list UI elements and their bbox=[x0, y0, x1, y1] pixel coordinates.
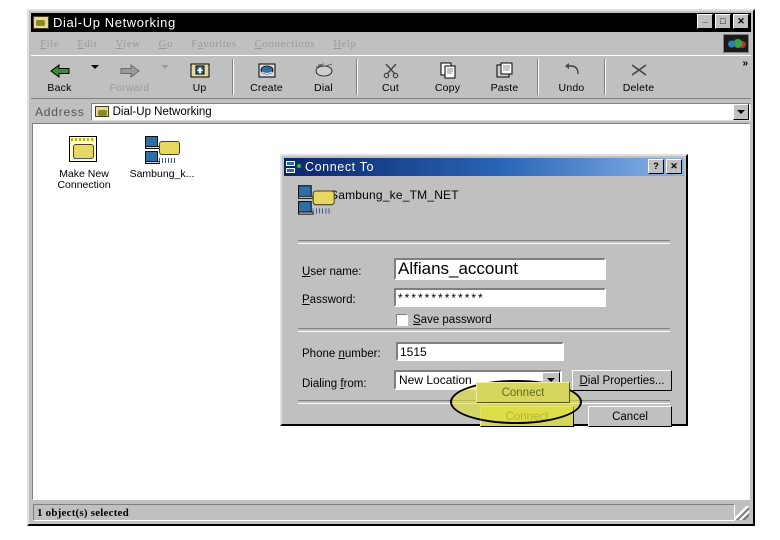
toolbar-separator bbox=[604, 59, 606, 95]
toolbar-cut-button[interactable]: Cut bbox=[362, 56, 419, 98]
dialog-separator bbox=[298, 240, 670, 244]
scissors-icon bbox=[382, 61, 400, 81]
toolbar-back-button[interactable]: Back bbox=[31, 56, 88, 98]
delete-x-icon bbox=[629, 61, 649, 81]
minimize-button[interactable]: _ bbox=[697, 14, 713, 29]
dial-icon bbox=[313, 61, 335, 81]
back-arrow-icon bbox=[48, 61, 72, 81]
make-new-connection-icon bbox=[45, 132, 123, 166]
toolbar-cut-label: Cut bbox=[382, 81, 399, 94]
dialing-from-label: Dialing from: bbox=[302, 378, 367, 390]
folder-item-make-new-connection[interactable]: Make New Connection bbox=[45, 132, 123, 191]
menu-item-view[interactable]: View bbox=[106, 37, 149, 51]
connect-button[interactable]: Connect bbox=[480, 406, 574, 427]
dialing-from-value: New Location bbox=[399, 373, 472, 387]
toolbar-delete-button[interactable]: Delete bbox=[610, 56, 667, 98]
dial-properties-button[interactable]: Dial Properties... bbox=[572, 370, 672, 391]
toolbar-separator bbox=[232, 59, 234, 95]
close-button[interactable]: ✕ bbox=[733, 14, 749, 29]
toolbar-back-label: Back bbox=[47, 81, 72, 94]
copy-icon bbox=[439, 61, 457, 81]
toolbar-forward-button[interactable]: Forward bbox=[101, 56, 158, 98]
toolbar-forward-dropdown[interactable] bbox=[158, 56, 171, 98]
toolbar: Back Forward Up Create Dial Cut Copy Pas… bbox=[31, 55, 751, 99]
dialog-title-bar[interactable]: Connect To ? ✕ bbox=[284, 158, 684, 176]
connection-name: Sambung_ke_TM_NET bbox=[330, 188, 459, 202]
save-password-checkbox[interactable] bbox=[396, 314, 408, 326]
toolbar-copy-button[interactable]: Copy bbox=[419, 56, 476, 98]
toolbar-create-button[interactable]: Create bbox=[238, 56, 295, 98]
toolbar-separator bbox=[356, 59, 358, 95]
create-icon bbox=[257, 61, 277, 81]
menu-item-favorites[interactable]: Favorites bbox=[182, 37, 245, 51]
undo-icon bbox=[562, 61, 582, 81]
window-title-bar[interactable]: Dial-Up Networking _ □ ✕ bbox=[31, 13, 751, 32]
paste-icon bbox=[496, 61, 514, 81]
toolbar-copy-label: Copy bbox=[434, 81, 461, 94]
menu-bar: File Edit View Go Favorites Connections … bbox=[31, 34, 751, 53]
phone-number-label: Phone number: bbox=[302, 348, 381, 360]
up-folder-icon bbox=[190, 61, 210, 81]
dialog-title-buttons: ? ✕ bbox=[648, 159, 682, 174]
toolbar-overflow-button[interactable]: » bbox=[742, 56, 751, 69]
status-panel: 1 object(s) selected bbox=[33, 504, 735, 521]
dialog-separator bbox=[298, 328, 670, 332]
dialup-folder-icon bbox=[94, 106, 109, 117]
phone-number-field[interactable] bbox=[396, 342, 564, 361]
address-value: Dial-Up Networking bbox=[112, 105, 212, 118]
resize-grip[interactable] bbox=[735, 505, 749, 520]
address-bar: Address Dial-Up Networking bbox=[31, 101, 751, 122]
toolbar-separator bbox=[537, 59, 539, 95]
menu-item-edit[interactable]: Edit bbox=[68, 37, 106, 51]
address-label: Address bbox=[35, 104, 85, 119]
folder-item-label: Sambung_k... bbox=[129, 168, 195, 180]
toolbar-delete-label: Delete bbox=[622, 81, 655, 94]
toolbar-paste-button[interactable]: Paste bbox=[476, 56, 533, 98]
windows-logo-icon bbox=[723, 34, 749, 53]
toolbar-up-button[interactable]: Up bbox=[171, 56, 228, 98]
username-field[interactable] bbox=[394, 258, 606, 280]
window-controls: _ □ ✕ bbox=[697, 14, 749, 29]
status-bar: 1 object(s) selected bbox=[32, 503, 750, 522]
cancel-button[interactable]: Cancel bbox=[588, 406, 672, 427]
toolbar-dial-button[interactable]: Dial bbox=[295, 56, 352, 98]
toolbar-up-label: Up bbox=[192, 81, 207, 94]
menu-item-go[interactable]: Go bbox=[150, 37, 182, 51]
password-label: Password: bbox=[302, 294, 356, 306]
dialog-title: Connect To bbox=[305, 160, 375, 174]
address-dropdown-button[interactable] bbox=[733, 103, 749, 120]
dialup-connection-icon bbox=[298, 185, 335, 217]
username-label: User name: bbox=[302, 266, 362, 278]
dialog-close-button[interactable]: ✕ bbox=[666, 159, 682, 174]
menu-item-help[interactable]: Help bbox=[324, 37, 365, 51]
connection-header: Sambung_ke_TM_NET bbox=[298, 185, 459, 215]
maximize-button[interactable]: □ bbox=[715, 14, 731, 29]
username-input[interactable] bbox=[396, 259, 604, 279]
save-password-row[interactable]: Save password bbox=[396, 314, 492, 326]
forward-arrow-icon bbox=[118, 61, 142, 81]
toolbar-undo-label: Undo bbox=[558, 81, 585, 94]
password-field[interactable] bbox=[394, 288, 606, 307]
menu-item-file[interactable]: File bbox=[31, 37, 68, 51]
toolbar-dial-label: Dial bbox=[314, 81, 333, 94]
toolbar-paste-label: Paste bbox=[490, 81, 519, 94]
connect-to-icon bbox=[286, 160, 301, 174]
dialup-connection-icon bbox=[123, 132, 201, 166]
folder-item-label: Make New Connection bbox=[57, 168, 111, 191]
window-title: Dial-Up Networking bbox=[53, 15, 176, 30]
dialog-help-button[interactable]: ? bbox=[648, 159, 664, 174]
menu-item-connections[interactable]: Connections bbox=[246, 37, 325, 51]
status-text: 1 object(s) selected bbox=[37, 506, 129, 519]
folder-item-sambung-connection[interactable]: Sambung_k... bbox=[123, 132, 201, 180]
password-input[interactable] bbox=[396, 290, 604, 305]
save-password-label: Save password bbox=[413, 314, 492, 326]
address-input[interactable]: Dial-Up Networking bbox=[90, 102, 751, 121]
phone-number-input[interactable] bbox=[398, 344, 562, 359]
toolbar-undo-button[interactable]: Undo bbox=[543, 56, 600, 98]
toolbar-create-label: Create bbox=[250, 81, 283, 94]
toolbar-back-dropdown[interactable] bbox=[88, 56, 101, 98]
dialup-folder-icon bbox=[33, 15, 49, 30]
connect-button-highlighted-label[interactable]: Connect bbox=[476, 382, 570, 403]
toolbar-forward-label: Forward bbox=[109, 81, 150, 94]
